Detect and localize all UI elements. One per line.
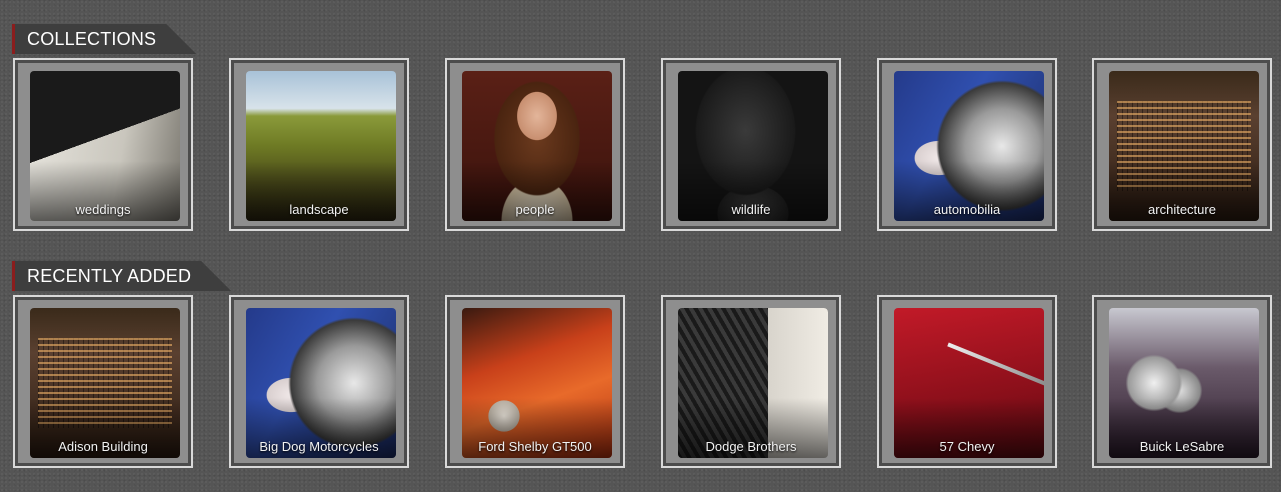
recent-card-adison-building[interactable]: Adison Building <box>13 295 193 468</box>
big-dog-thumbnail <box>246 308 396 458</box>
weddings-thumbnail <box>30 71 180 221</box>
collection-card-people[interactable]: people <box>445 58 625 231</box>
chevy-thumbnail <box>894 308 1044 458</box>
collection-card-weddings[interactable]: weddings <box>13 58 193 231</box>
collection-label: automobilia <box>933 202 1001 217</box>
collection-card-landscape[interactable]: landscape <box>229 58 409 231</box>
recently-added-title: RECENTLY ADDED <box>12 261 231 291</box>
recent-card-57-chevy[interactable]: 57 Chevy <box>877 295 1057 468</box>
collections-row: weddings landscape people wildlife autom… <box>13 58 1273 235</box>
collection-label: people <box>515 202 555 217</box>
architecture-thumbnail <box>1109 71 1259 221</box>
adison-building-thumbnail <box>30 308 180 458</box>
recent-label: Big Dog Motorcycles <box>259 439 379 454</box>
collections-title: COLLECTIONS <box>12 24 196 54</box>
shelby-thumbnail <box>462 308 612 458</box>
collection-card-wildlife[interactable]: wildlife <box>661 58 841 231</box>
wildlife-thumbnail <box>678 71 828 221</box>
people-thumbnail <box>462 71 612 221</box>
buick-thumbnail <box>1109 308 1259 458</box>
recent-label: Dodge Brothers <box>705 439 797 454</box>
collections-header: COLLECTIONS <box>12 24 196 54</box>
recent-card-ford-shelby[interactable]: Ford Shelby GT500 <box>445 295 625 468</box>
collection-card-automobilia[interactable]: automobilia <box>877 58 1057 231</box>
recent-label: Ford Shelby GT500 <box>478 439 592 454</box>
landscape-thumbnail <box>246 71 396 221</box>
collection-label: weddings <box>75 202 131 217</box>
recent-label: Adison Building <box>58 439 148 454</box>
recent-card-buick-lesabre[interactable]: Buick LeSabre <box>1092 295 1272 468</box>
recent-label: 57 Chevy <box>939 439 995 454</box>
recently-added-header: RECENTLY ADDED <box>12 261 231 291</box>
recent-card-dodge-brothers[interactable]: Dodge Brothers <box>661 295 841 468</box>
collection-card-architecture[interactable]: architecture <box>1092 58 1272 231</box>
recently-added-row: Adison Building Big Dog Motorcycles Ford… <box>13 295 1273 472</box>
dodge-thumbnail <box>678 308 828 458</box>
automobilia-thumbnail <box>894 71 1044 221</box>
collection-label: landscape <box>289 202 349 217</box>
recent-card-big-dog-motorcycles[interactable]: Big Dog Motorcycles <box>229 295 409 468</box>
collection-label: wildlife <box>731 202 771 217</box>
recent-label: Buick LeSabre <box>1139 439 1225 454</box>
collection-label: architecture <box>1148 202 1216 217</box>
